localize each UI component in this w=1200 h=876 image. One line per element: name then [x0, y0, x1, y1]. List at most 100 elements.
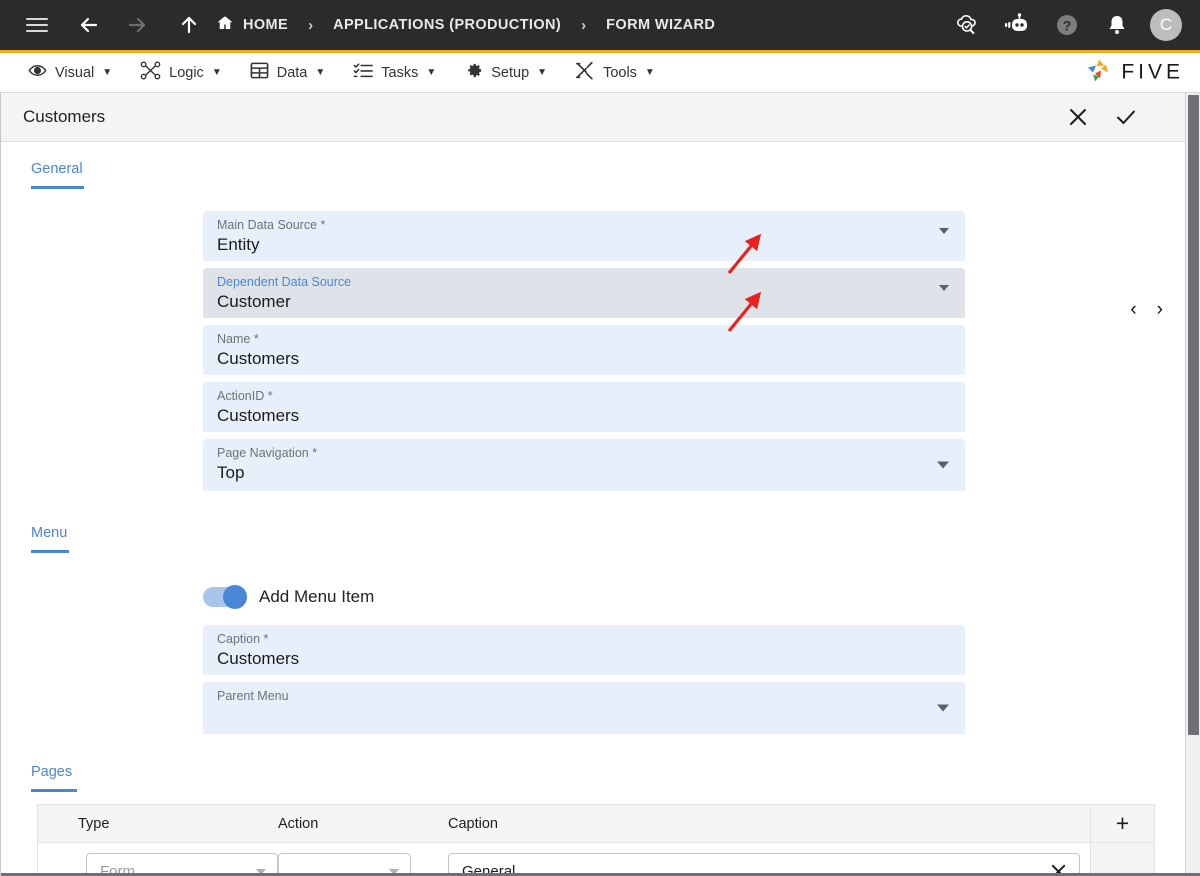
section-menu-underline: [31, 550, 69, 553]
menu-item-data-label: Data: [276, 64, 308, 81]
gear-icon: [464, 61, 483, 84]
menu-item-tasks-label: Tasks: [381, 64, 419, 81]
column-header-type: Type: [78, 815, 110, 832]
scrollbar-thumb[interactable]: [1188, 95, 1199, 735]
add-page-button[interactable]: +: [1090, 805, 1154, 842]
chevron-down-icon[interactable]: [937, 461, 949, 469]
section-menu: Menu: [1, 498, 1185, 553]
chevron-down-icon: ▼: [426, 67, 437, 78]
form-wizard-panel: Customers ‹ › General Main Data Source *…: [1, 93, 1185, 876]
field-page-navigation-label: Page Navigation *: [217, 446, 318, 460]
back-arrow-icon[interactable]: [72, 8, 106, 42]
menu-item-setup-label: Setup: [491, 64, 530, 81]
field-dependent-data-source[interactable]: Dependent Data Source Customer: [203, 268, 965, 318]
breadcrumb-form-wizard[interactable]: FORM WIZARD: [606, 17, 715, 33]
vertical-scrollbar[interactable]: [1185, 93, 1200, 876]
field-action-id-label: ActionID *: [217, 389, 273, 403]
pages-table: Type Action Caption + Form General: [37, 804, 1155, 876]
section-pages-underline: [31, 789, 77, 792]
field-caption-label: Caption *: [217, 632, 269, 646]
eye-icon: [28, 61, 47, 84]
menu-item-setup[interactable]: Setup ▼: [450, 53, 561, 92]
section-pages-label[interactable]: Pages: [1, 764, 72, 780]
field-dependent-data-source-label: Dependent Data Source: [217, 275, 352, 289]
menu-item-tools[interactable]: Tools ▼: [561, 53, 669, 92]
menu-item-visual-label: Visual: [55, 64, 95, 81]
topbar-actions: ? C: [950, 8, 1182, 42]
breadcrumb-applications[interactable]: APPLICATIONS (PRODUCTION): [333, 17, 561, 33]
section-general: General: [1, 142, 1185, 189]
field-page-navigation[interactable]: Page Navigation * Top: [203, 439, 965, 491]
five-logo-text: FIVE: [1121, 60, 1184, 84]
field-parent-menu-label: Parent Menu: [217, 689, 289, 703]
chevron-down-icon: ▼: [315, 67, 326, 78]
chevron-down-icon: ▼: [102, 67, 113, 78]
field-page-navigation-value: Top: [217, 463, 245, 482]
application-menu-bar: Visual ▼ Logic ▼ Data ▼ Tasks ▼ Setup ▼ …: [0, 53, 1200, 93]
pages-table-header: Type Action Caption +: [38, 805, 1154, 843]
menu-item-tools-label: Tools: [603, 64, 637, 81]
field-name-label: Name *: [217, 332, 259, 346]
breadcrumb-home-label: HOME: [243, 17, 289, 33]
menu-fields: Caption * Customers Parent Menu: [1, 625, 1185, 734]
column-header-caption: Caption: [448, 815, 498, 832]
cloud-check-icon[interactable]: [950, 8, 984, 42]
chevron-down-icon[interactable]: [939, 285, 949, 291]
robot-chat-icon[interactable]: [1000, 8, 1034, 42]
svg-text:?: ?: [1063, 18, 1072, 34]
section-general-label[interactable]: General: [1, 161, 83, 177]
breadcrumb-separator: ›: [308, 16, 314, 34]
field-main-data-source-value: Entity: [217, 235, 260, 254]
field-caption[interactable]: Caption * Customers: [203, 625, 965, 675]
five-logo: FIVE: [1084, 56, 1184, 89]
add-menu-item-label: Add Menu Item: [259, 587, 375, 606]
checklist-icon: [353, 61, 374, 84]
menu-item-visual[interactable]: Visual ▼: [14, 53, 126, 92]
chevron-down-icon: ▼: [211, 67, 222, 78]
top-navigation-bar: HOME › APPLICATIONS (PRODUCTION) › FORM …: [0, 0, 1200, 53]
general-fields: Main Data Source * Entity Dependent Data…: [1, 211, 1185, 491]
field-parent-menu[interactable]: Parent Menu: [203, 682, 965, 734]
field-caption-value: Customers: [217, 649, 300, 668]
page-title: Customers: [23, 107, 106, 126]
field-dependent-data-source-value: Customer: [217, 292, 291, 311]
help-icon[interactable]: ?: [1050, 8, 1084, 42]
add-menu-item-toggle[interactable]: [203, 585, 247, 609]
tools-icon: [575, 61, 595, 84]
section-pages: Pages: [1, 741, 1185, 792]
close-button[interactable]: [1065, 104, 1091, 130]
menu-item-tasks[interactable]: Tasks ▼: [339, 53, 450, 92]
menu-item-data[interactable]: Data ▼: [236, 53, 340, 92]
five-star-icon: [1084, 56, 1114, 89]
panel-header-actions: [1065, 104, 1165, 130]
field-action-id-value: Customers: [217, 406, 300, 425]
field-name-value: Customers: [217, 349, 300, 368]
bell-icon[interactable]: [1100, 8, 1134, 42]
form-body: ‹ › General Main Data Source * Entity De…: [1, 142, 1185, 876]
content-shell: Customers ‹ › General Main Data Source *…: [0, 93, 1200, 876]
menu-item-logic[interactable]: Logic ▼: [126, 53, 236, 92]
field-action-id[interactable]: ActionID * Customers: [203, 382, 965, 432]
menu-icon[interactable]: [20, 8, 54, 42]
home-icon: [216, 14, 234, 37]
chevron-down-icon[interactable]: [937, 704, 949, 712]
section-menu-label[interactable]: Menu: [1, 525, 67, 541]
field-name[interactable]: Name * Customers: [203, 325, 965, 375]
column-header-action: Action: [278, 815, 319, 832]
chevron-down-icon: ▼: [644, 67, 655, 78]
up-arrow-icon[interactable]: [172, 8, 206, 42]
breadcrumb-home[interactable]: HOME: [216, 14, 288, 37]
confirm-button[interactable]: [1113, 104, 1139, 130]
chevron-down-icon: ▼: [537, 67, 548, 78]
chevron-down-icon[interactable]: [939, 228, 949, 234]
add-menu-item-toggle-row[interactable]: Add Menu Item: [203, 585, 1185, 609]
panel-header: Customers: [1, 93, 1185, 142]
row-end-cell: [1090, 843, 1154, 876]
breadcrumb-separator-2: ›: [581, 16, 587, 34]
user-avatar[interactable]: C: [1150, 9, 1182, 41]
field-main-data-source[interactable]: Main Data Source * Entity: [203, 211, 965, 261]
forward-arrow-icon[interactable]: [120, 8, 154, 42]
section-general-underline: [31, 186, 84, 189]
nodes-icon: [140, 61, 161, 84]
toggle-knob: [223, 585, 247, 609]
